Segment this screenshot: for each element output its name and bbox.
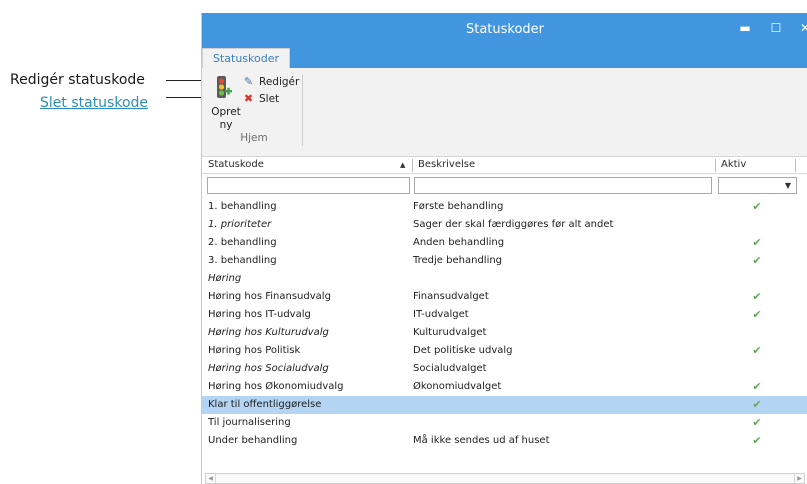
traffic-light-plus-icon [217, 76, 232, 98]
cell-status-code: Under behandling [208, 435, 298, 446]
ribbon-tabstrip: Statuskoder [202, 46, 807, 68]
cell-status-code: Høring hos Kulturudvalg [208, 327, 329, 338]
cell-status-code: 3. behandling [208, 255, 277, 266]
cell-status-code: Høring hos Politisk [208, 345, 301, 356]
cell-description: Må ikke sendes ud af huset [413, 435, 550, 446]
chevron-down-icon: ▼ [784, 181, 791, 190]
create-new-button[interactable]: Opret ny [206, 76, 241, 131]
filter-active-dropdown[interactable]: ▼ [718, 177, 797, 194]
checkmark-icon: ✔ [752, 290, 762, 303]
table-row[interactable]: 1. prioriteter Sager der skal færdiggøres… [202, 216, 807, 234]
callout-delete-status-code[interactable]: Slet statuskode [40, 95, 148, 111]
edit-button-label: Redigér [259, 76, 300, 88]
filter-code-input[interactable] [207, 177, 410, 194]
table-row[interactable]: Høring hos IT-udvalg IT-udvalget ✔ [202, 306, 807, 324]
column-separator[interactable] [795, 159, 796, 172]
ribbon-group-separator [302, 74, 303, 146]
cell-status-code: Høring [208, 273, 242, 284]
scroll-left-icon[interactable]: ◀ [206, 474, 216, 483]
status-codes-grid: Statuskode ▲ Beskrivelse Aktiv ▼ 1. beha… [202, 157, 807, 484]
window-title: Statuskoder [465, 22, 545, 37]
table-row[interactable]: Høring [202, 270, 807, 288]
cell-status-code: Høring hos Økonomiudvalg [208, 381, 344, 392]
cell-description: Socialudvalget [413, 363, 487, 374]
checkmark-icon: ✔ [752, 236, 762, 249]
cell-description: Økonomiudvalget [413, 381, 502, 392]
column-header-active[interactable]: Aktiv [715, 157, 795, 173]
cell-status-code: 1. behandling [208, 201, 277, 212]
cell-description: Tredje behandling [413, 255, 503, 266]
cell-status-code: Høring hos Finansudvalg [208, 291, 331, 302]
cell-description: Første behandling [413, 201, 504, 212]
ribbon-group-label: Hjem [240, 132, 268, 144]
grid-rows: 1. behandling Første behandling ✔ 1. priori… [202, 198, 807, 450]
create-new-label: Opret ny [211, 106, 241, 131]
close-icon[interactable]: ✕ [798, 13, 807, 46]
checkmark-icon: ✔ [752, 308, 762, 321]
edit-button[interactable]: ✎ Redigér [242, 74, 299, 89]
table-row[interactable]: 1. behandling Første behandling ✔ [202, 198, 807, 216]
table-row[interactable]: Høring hos Kulturudvalg Kulturudvalget [202, 324, 807, 342]
cell-description: Anden behandling [413, 237, 505, 248]
table-row[interactable]: Klar til offentliggørelse ✔ [202, 396, 807, 414]
checkmark-icon: ✔ [752, 200, 762, 213]
checkmark-icon: ✔ [752, 434, 762, 447]
cell-description: Kulturudvalget [413, 327, 487, 338]
delete-button-label: Slet [259, 93, 280, 105]
minimize-icon[interactable]: ▬ [734, 13, 756, 46]
checkmark-icon: ✔ [752, 380, 762, 393]
cell-status-code: 1. prioriteter [208, 219, 272, 230]
cell-status-code: Høring hos Socialudvalg [208, 363, 329, 374]
filter-description-input[interactable] [414, 177, 712, 194]
horizontal-scrollbar[interactable]: ◀ ▶ [205, 473, 805, 484]
red-x-icon: ✖ [243, 92, 254, 105]
column-header-description[interactable]: Beskrivelse [412, 157, 715, 173]
table-row[interactable]: Høring hos Politisk Det politiske udvalg ✔ [202, 342, 807, 360]
checkmark-icon: ✔ [752, 254, 762, 267]
table-row[interactable]: 2. behandling Anden behandling ✔ [202, 234, 807, 252]
sort-ascending-icon[interactable]: ▲ [400, 157, 405, 173]
table-row[interactable]: 3. behandling Tredje behandling ✔ [202, 252, 807, 270]
header-divider [202, 173, 807, 174]
checkmark-icon: ✔ [752, 344, 762, 357]
cell-description: Finansudvalget [413, 291, 489, 302]
checkmark-icon: ✔ [752, 398, 762, 411]
column-header-code[interactable]: Statuskode [202, 157, 412, 173]
delete-button[interactable]: ✖ Slet [242, 91, 279, 106]
ribbon: Opret ny ✎ Redigér ✖ Slet Hjem [202, 68, 807, 157]
status-codes-window: Statuskoder ▬ ☐ ✕ Statuskoder Opret ny ✎… [201, 13, 807, 484]
maximize-icon[interactable]: ☐ [765, 13, 787, 46]
checkmark-icon: ✔ [752, 416, 762, 429]
tab-statuskoder[interactable]: Statuskoder [202, 48, 290, 68]
cell-status-code: Høring hos IT-udvalg [208, 309, 311, 320]
table-row[interactable]: Høring hos Socialudvalg Socialudvalget [202, 360, 807, 378]
table-row[interactable]: Høring hos Økonomiudvalg Økonomiudvalget ✔ [202, 378, 807, 396]
cell-description: IT-udvalget [413, 309, 469, 320]
cell-status-code: 2. behandling [208, 237, 277, 248]
table-row[interactable]: Under behandling Må ikke sendes ud af hus… [202, 432, 807, 450]
callout-edit-status-code: Redigér statuskode [10, 72, 145, 88]
title-bar: Statuskoder ▬ ☐ ✕ [202, 13, 807, 46]
cell-description: Sager der skal færdiggøres før alt andet [413, 219, 614, 230]
cell-status-code: Klar til offentliggørelse [208, 399, 322, 410]
table-row[interactable]: Til journalisering ✔ [202, 414, 807, 432]
table-row[interactable]: Høring hos Finansudvalg Finansudvalget ✔ [202, 288, 807, 306]
cell-description: Det politiske udvalg [413, 345, 513, 356]
edit-note-icon: ✎ [243, 75, 254, 88]
cell-status-code: Til journalisering [208, 417, 291, 428]
scroll-right-icon[interactable]: ▶ [794, 474, 804, 483]
